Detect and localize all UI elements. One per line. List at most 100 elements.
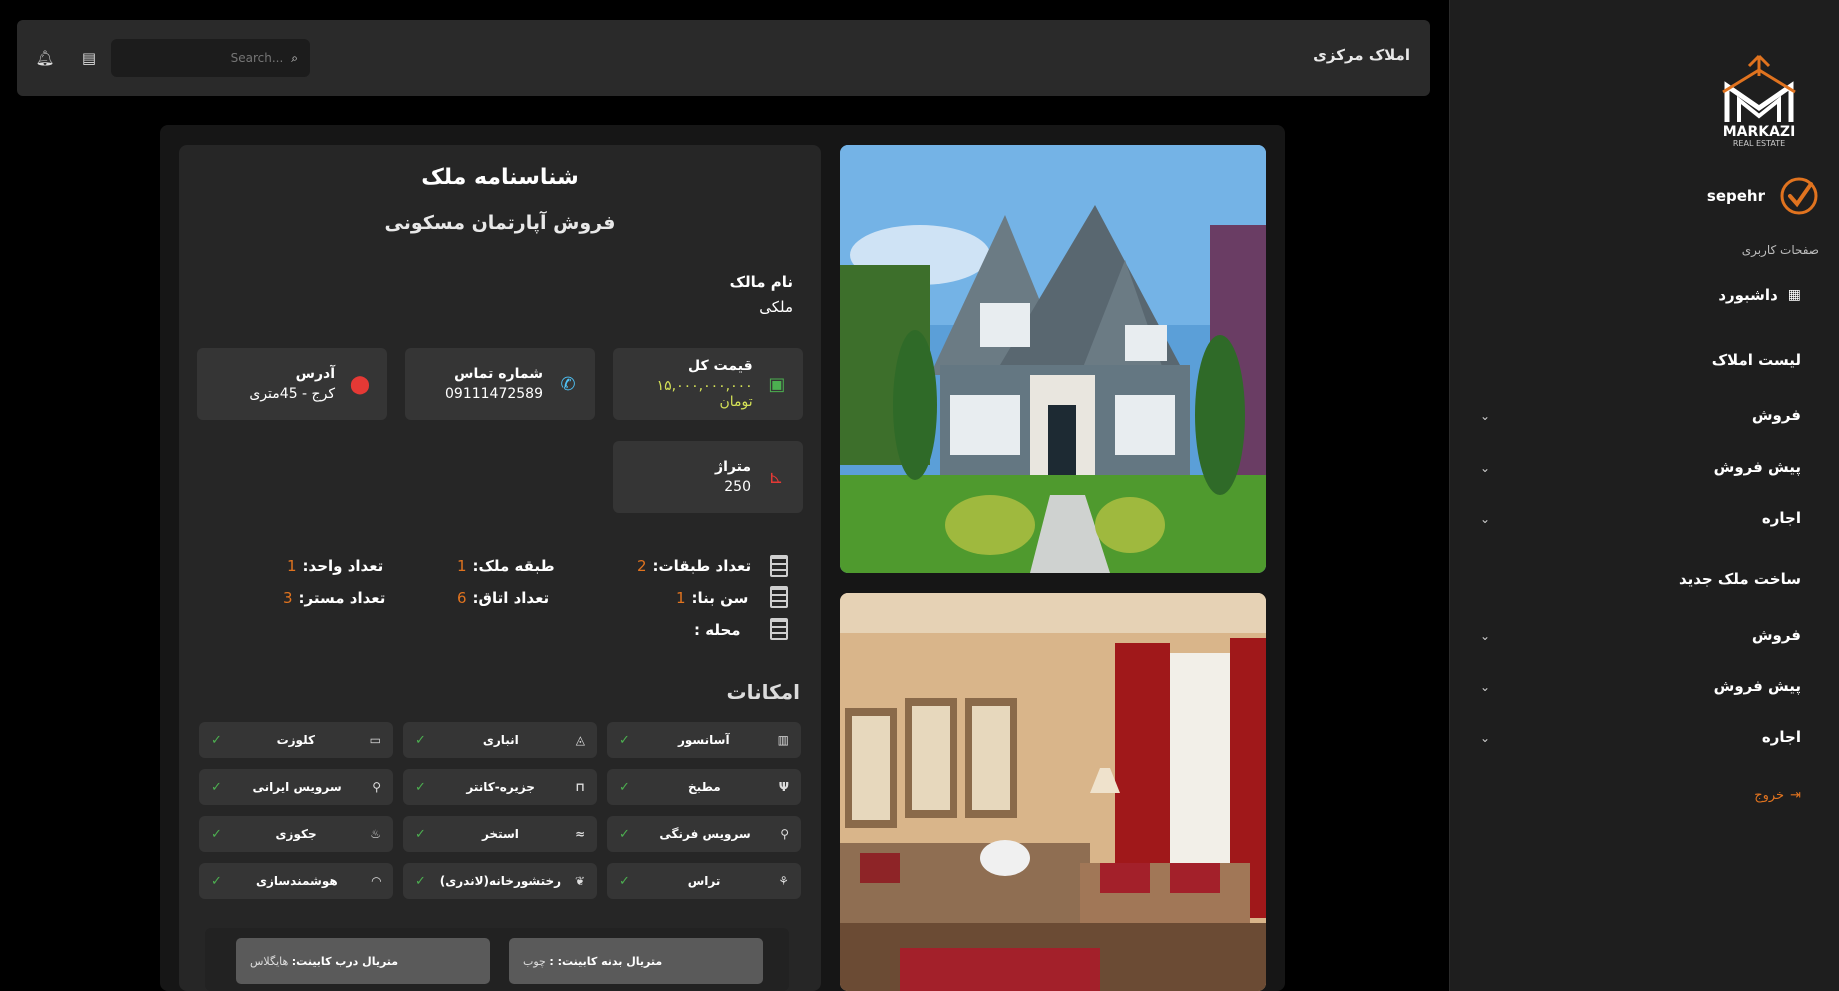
- closet-icon: ▭: [369, 733, 381, 747]
- stat-label: تعداد مستر:: [298, 589, 386, 607]
- user-name: sepehr: [1706, 187, 1765, 205]
- sidebar-item-label: فروش: [1751, 626, 1801, 644]
- amenity-jacuzzi: ♨ جکوزی ✓: [199, 816, 393, 852]
- stat-rooms: تعداد اتاق: 6: [457, 589, 549, 607]
- pool-icon: ≈: [574, 827, 585, 841]
- sidebar-item-label: داشبورد: [1718, 286, 1778, 304]
- sidebar-item-rent-2[interactable]: اجاره: [1762, 728, 1801, 746]
- check-icon: ✓: [415, 732, 426, 748]
- living-room-photo[interactable]: [840, 593, 1266, 991]
- bell-icon[interactable]: 🔔︎: [35, 49, 55, 69]
- address-value: کرج - 45متری: [249, 386, 335, 402]
- price-label: قیمت کل: [688, 358, 753, 374]
- stat-district: محله :: [694, 621, 741, 639]
- sidebar-item-sale-2[interactable]: فروش: [1752, 626, 1801, 644]
- chevron-down-icon[interactable]: ⌄: [1480, 512, 1490, 526]
- sidebar-item-property-list[interactable]: لیست املاک: [1712, 351, 1801, 369]
- stat-age: سن بنا: 1: [676, 589, 748, 607]
- sidebar-item-dashboard[interactable]: ▦ داشبورد: [1718, 286, 1801, 304]
- sidebar-item-presale[interactable]: پیش فروش: [1714, 458, 1801, 476]
- check-icon: ✓: [211, 873, 222, 889]
- chevron-down-icon[interactable]: ⌄: [1480, 731, 1490, 745]
- kitchen-icon: Ψ: [778, 780, 789, 794]
- app-title: املاک مرکزی: [1313, 46, 1410, 64]
- terrace-icon: ⚘: [778, 874, 789, 888]
- sidebar-item-sale[interactable]: فروش: [1752, 406, 1801, 424]
- check-icon: ✓: [211, 779, 222, 795]
- stat-label: تعداد واحد:: [302, 557, 384, 575]
- amenity-storage: ◬ انباری ✓: [403, 722, 597, 758]
- building-icon: ▥: [777, 733, 789, 747]
- counter-icon: ⊓: [575, 780, 585, 794]
- wc-icon: ⚲: [372, 780, 381, 794]
- amenity-pool: ≈ استخر ✓: [403, 816, 597, 852]
- stat-value: 3: [283, 589, 293, 607]
- check-icon: ✓: [415, 779, 426, 795]
- money-icon: ▣: [768, 373, 786, 395]
- wc-icon: ⚲: [780, 827, 789, 841]
- amenity-counter: ⊓ جزیره-کانتر ✓: [403, 769, 597, 805]
- amenity-label: جزیره-کانتر: [466, 780, 535, 794]
- check-icon: ✓: [415, 826, 426, 842]
- section-title: صفحات کاربری: [1741, 243, 1819, 257]
- stat-floor: طبقه ملک: 1: [457, 557, 555, 575]
- logout-button[interactable]: ⇥ خروج: [1754, 788, 1801, 803]
- sidebar-item-label: فروش: [1751, 406, 1801, 424]
- amenity-kitchen: Ψ مطبخ ✓: [607, 769, 801, 805]
- chevron-down-icon[interactable]: ⌄: [1480, 461, 1490, 475]
- amenity-western-wc: ⚲ سرویس فرنگی ✓: [607, 816, 801, 852]
- house-exterior-photo[interactable]: [840, 145, 1266, 573]
- amenity-label: کلوزت: [276, 733, 315, 747]
- sidebar-item-presale-2[interactable]: پیش فروش: [1714, 677, 1801, 695]
- check-icon: ✓: [619, 732, 630, 748]
- jacuzzi-icon: ♨: [370, 827, 381, 841]
- page-subtitle: فروش آپارتمان مسکونی: [384, 212, 616, 234]
- amenity-label: سرویس ایرانی: [252, 780, 342, 794]
- check-icon: ✓: [211, 826, 222, 842]
- search-input[interactable]: [133, 51, 284, 65]
- stat-label: سن بنا:: [691, 589, 749, 607]
- chevron-down-icon[interactable]: ⌄: [1480, 629, 1490, 643]
- amenity-laundry: ❦ رختشورخانه(لاندری) ✓: [403, 863, 597, 899]
- phone-icon: ✆: [560, 373, 576, 395]
- phone-card: ✆ شماره تماس 09111472589: [405, 348, 595, 420]
- sidebar-item-rent[interactable]: اجاره: [1762, 509, 1801, 527]
- page: MARKAZI REAL ESTATE sepehr صفحات کاربری …: [0, 0, 1839, 991]
- user-profile[interactable]: sepehr: [1707, 176, 1819, 216]
- owner-label: نام مالک: [729, 273, 793, 291]
- sidebar: MARKAZI REAL ESTATE sepehr صفحات کاربری …: [1449, 0, 1839, 991]
- phone-value: 09111472589: [445, 386, 543, 402]
- stat-units: تعداد واحد: 1: [287, 557, 383, 575]
- top-bar: املاک مرکزی ⌕ ▤ 🔔︎: [17, 20, 1430, 96]
- amenity-iranian-wc: ⚲ سرویس ایرانی ✓: [199, 769, 393, 805]
- amenity-label: مطبخ: [688, 780, 721, 794]
- search-box[interactable]: ⌕: [111, 39, 310, 77]
- sidebar-item-new-property[interactable]: ساخت ملک جدید: [1679, 570, 1801, 588]
- area-value: 250: [724, 479, 751, 495]
- stat-value: 1: [457, 557, 467, 575]
- amenity-label: رختشورخانه(لاندری): [439, 874, 562, 888]
- building-icon: [770, 618, 788, 640]
- search-icon[interactable]: ⌕: [291, 51, 298, 66]
- stat-value: 1: [287, 557, 297, 575]
- check-icon: ✓: [415, 873, 426, 889]
- amenity-terrace: ⚘ تراس ✓: [607, 863, 801, 899]
- chevron-down-icon[interactable]: ⌄: [1480, 409, 1490, 423]
- message-icon[interactable]: ▤: [79, 49, 99, 69]
- logout-label: خروج: [1754, 788, 1785, 803]
- phone-label: شماره تماس: [454, 366, 543, 382]
- sidebar-item-label: ساخت ملک جدید: [1678, 570, 1801, 588]
- area-card: ⊾ متراژ 250: [613, 441, 803, 513]
- chevron-down-icon[interactable]: ⌄: [1480, 680, 1490, 694]
- check-icon: ✓: [619, 826, 630, 842]
- logo-text: MARKAZI: [1723, 124, 1796, 140]
- location-pin-icon: ⬤: [349, 373, 371, 395]
- markazi-logo[interactable]: MARKAZI REAL ESTATE: [1709, 50, 1809, 150]
- logout-icon: ⇥: [1790, 788, 1801, 803]
- stat-master: تعداد مستر: 3: [283, 589, 385, 607]
- building-icon: [770, 555, 788, 577]
- amenity-label: انباری: [482, 733, 519, 747]
- amenity-label: هوشمندسازی: [255, 874, 338, 888]
- ruler-icon: ⊾: [768, 466, 784, 488]
- amenity-elevator: ▥ آسانسور ✓: [607, 722, 801, 758]
